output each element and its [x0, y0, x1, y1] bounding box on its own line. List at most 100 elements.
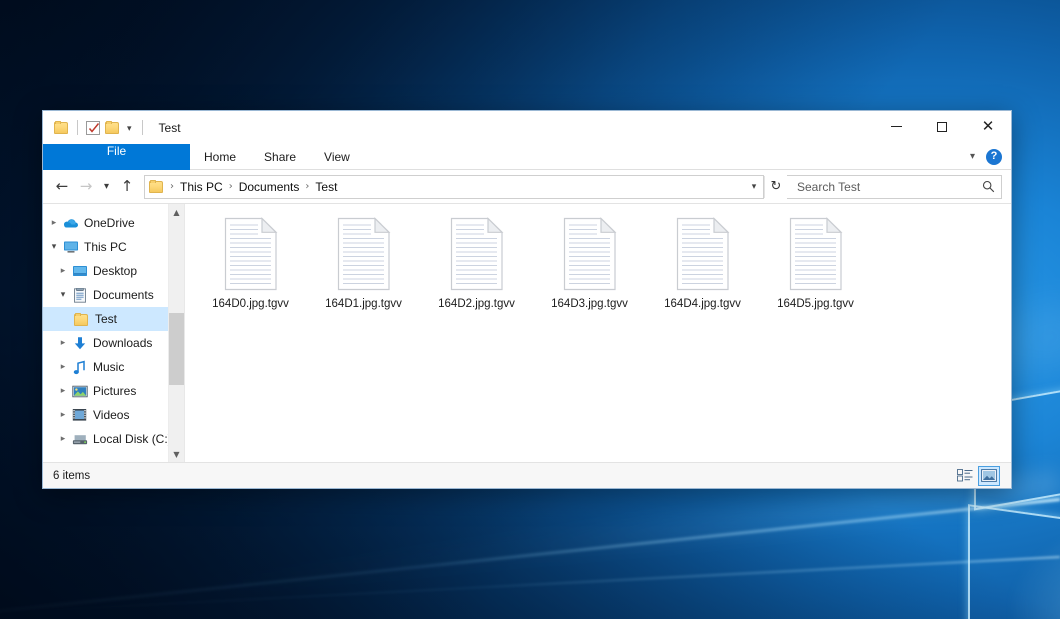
back-button[interactable]: ←: [50, 175, 74, 199]
maximize-button[interactable]: [919, 111, 965, 142]
file-item[interactable]: 164D1.jpg.tgvv: [307, 213, 420, 333]
minimize-button[interactable]: [873, 111, 919, 142]
item-count-label: 6 items: [53, 470, 90, 482]
breadcrumb-separator: ›: [226, 181, 236, 192]
refresh-icon[interactable]: ↻: [764, 176, 787, 198]
tab-share[interactable]: Share: [250, 144, 310, 169]
scroll-down-arrow-icon[interactable]: ▼: [169, 446, 184, 462]
sidebar-item-documents[interactable]: ▾: [43, 283, 184, 307]
large-icons-view-button[interactable]: [978, 466, 1000, 486]
sidebar-item-local-disk-c[interactable]: ▸ Local Disk (C:): [43, 427, 184, 451]
toolbar-divider: [77, 120, 78, 135]
file-name-label: 164D2.jpg.tgvv: [438, 298, 515, 312]
file-grid: 164D0.jpg.tgvv: [185, 204, 1011, 333]
breadcrumb-item-test[interactable]: Test: [312, 180, 340, 194]
sidebar-item-label: This PC: [84, 240, 127, 254]
search-icon[interactable]: [982, 180, 995, 193]
sidebar-item-label: Test: [95, 312, 117, 326]
chevron-down-icon[interactable]: ▾: [55, 290, 71, 300]
scrollbar-track[interactable]: [169, 220, 184, 446]
chevron-right-icon[interactable]: ▸: [55, 362, 71, 372]
sidebar-item-label: Desktop: [93, 264, 137, 278]
chevron-right-icon[interactable]: ▸: [55, 386, 71, 396]
sidebar-item-onedrive[interactable]: ▸ OneDrive: [43, 211, 184, 235]
navigation-scrollbar[interactable]: ▲ ▼: [168, 204, 184, 462]
sidebar-item-label: Downloads: [93, 336, 152, 350]
help-icon[interactable]: ?: [986, 149, 1002, 165]
navigation-tree: ▸ OneDrive ▾: [43, 204, 184, 462]
ribbon-right-controls: ▾ ?: [970, 144, 1011, 169]
sidebar-item-downloads[interactable]: ▸ Downloads: [43, 331, 184, 355]
file-item[interactable]: 164D2.jpg.tgvv: [420, 213, 533, 333]
sidebar-item-label: OneDrive: [84, 216, 135, 230]
music-note-icon: [71, 359, 88, 375]
sidebar-item-videos[interactable]: ▸: [43, 403, 184, 427]
chevron-right-icon[interactable]: ▸: [55, 266, 71, 276]
scrollbar-thumb[interactable]: [169, 313, 184, 385]
file-name-label: 164D3.jpg.tgvv: [551, 298, 628, 312]
file-item[interactable]: 164D0.jpg.tgvv: [194, 213, 307, 333]
close-button[interactable]: ✕: [965, 111, 1011, 142]
breadcrumb-item-this-pc[interactable]: This PC: [177, 180, 226, 194]
onedrive-cloud-icon: [62, 215, 79, 231]
tab-view[interactable]: View: [310, 144, 364, 169]
window-controls: ✕: [873, 111, 1011, 144]
breadcrumb[interactable]: › This PC › Documents › Test ▾: [144, 175, 764, 199]
search-box[interactable]: [787, 175, 1002, 199]
generic-document-icon: [560, 217, 620, 291]
generic-document-icon: [334, 217, 394, 291]
chevron-right-icon[interactable]: ▸: [55, 410, 71, 420]
breadcrumb-separator: ›: [167, 181, 177, 192]
recent-locations-chevron-down-icon[interactable]: ▾: [98, 175, 115, 199]
file-name-label: 164D0.jpg.tgvv: [212, 298, 289, 312]
wallpaper-glow: [1010, 520, 1060, 619]
address-dropdown-chevron-down-icon[interactable]: ▾: [745, 177, 763, 197]
file-explorer-window: ▾ Test ✕ File Home Share View ▾ ? ← →: [42, 110, 1012, 489]
navigation-pane: ▸ OneDrive ▾: [43, 204, 185, 462]
file-item[interactable]: 164D4.jpg.tgvv: [646, 213, 759, 333]
up-button[interactable]: ↑: [115, 175, 139, 199]
chevron-right-icon[interactable]: ▸: [46, 218, 62, 228]
videos-film-icon: [71, 407, 88, 423]
sidebar-item-this-pc[interactable]: ▾ This PC: [43, 235, 184, 259]
forward-button[interactable]: →: [74, 175, 98, 199]
file-list-pane[interactable]: 164D0.jpg.tgvv: [185, 204, 1011, 462]
chevron-down-icon[interactable]: ▾: [46, 242, 62, 252]
new-folder-icon[interactable]: [105, 121, 120, 134]
chevron-right-icon[interactable]: ▸: [55, 338, 71, 348]
properties-icon[interactable]: [86, 121, 100, 135]
file-item[interactable]: 164D5.jpg.tgvv: [759, 213, 872, 333]
search-input[interactable]: [795, 179, 982, 195]
sidebar-item-desktop[interactable]: ▸ Desktop: [43, 259, 184, 283]
scroll-up-arrow-icon[interactable]: ▲: [169, 204, 184, 220]
desktop-wallpaper: ▾ Test ✕ File Home Share View ▾ ? ← →: [0, 0, 1060, 619]
sidebar-item-label: Videos: [93, 408, 129, 422]
tab-home[interactable]: Home: [190, 144, 250, 169]
expand-ribbon-chevron-down-icon[interactable]: ▾: [970, 152, 975, 162]
sidebar-item-pictures[interactable]: ▸ Pictures: [43, 379, 184, 403]
sidebar-item-label: Local Disk (C:): [93, 432, 172, 446]
this-pc-monitor-icon: [62, 239, 79, 255]
file-name-label: 164D4.jpg.tgvv: [664, 298, 741, 312]
explorer-body: ▸ OneDrive ▾: [43, 203, 1011, 462]
status-bar: 6 items: [43, 462, 1011, 488]
generic-document-icon: [221, 217, 281, 291]
customize-chevron-icon[interactable]: ▾: [125, 124, 134, 133]
sidebar-item-test[interactable]: Test: [43, 307, 184, 331]
sidebar-item-label: Documents: [93, 288, 154, 302]
hard-drive-icon: [71, 431, 88, 447]
details-view-button[interactable]: [954, 466, 976, 486]
chevron-right-icon[interactable]: ▸: [55, 434, 71, 444]
file-item[interactable]: 164D3.jpg.tgvv: [533, 213, 646, 333]
sidebar-item-label: Music: [93, 360, 124, 374]
view-mode-buttons: [954, 466, 1007, 486]
desktop-icon: [71, 263, 88, 279]
breadcrumb-item-documents[interactable]: Documents: [236, 180, 303, 194]
folder-icon[interactable]: [54, 121, 69, 134]
sidebar-item-music[interactable]: ▸ Music: [43, 355, 184, 379]
documents-icon: [71, 287, 88, 303]
breadcrumb-separator: ›: [302, 181, 312, 192]
breadcrumb-folder-icon: [149, 180, 164, 193]
title-bar: ▾ Test ✕: [43, 111, 1011, 144]
sidebar-item-label: Pictures: [93, 384, 136, 398]
